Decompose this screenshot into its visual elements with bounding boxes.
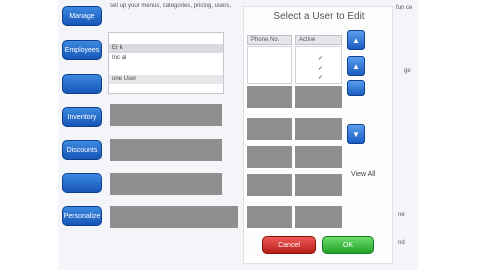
nav-personalize-button[interactable]: Personalize (62, 206, 102, 226)
background-field (110, 104, 222, 126)
table-cell[interactable] (295, 86, 342, 108)
background-label: nd (398, 240, 405, 246)
cancel-button[interactable]: Cancel (262, 236, 316, 254)
triangle-down-icon: ▼ (352, 129, 360, 139)
nav-discounts-button[interactable]: Discounts (62, 140, 102, 160)
background-label: ne (398, 212, 405, 218)
table-cell[interactable] (247, 206, 292, 228)
active-check[interactable]: ✓ (318, 74, 323, 81)
active-check[interactable]: ✓ (318, 65, 323, 72)
triangle-up-icon: ▲ (352, 61, 360, 71)
triangle-up-icon: ▲ (352, 35, 360, 45)
instruction-text: set up your menus, categories, pricing, … (110, 3, 232, 9)
list-item[interactable]: Er k (109, 44, 223, 53)
background-field (110, 139, 222, 161)
phone-column-header: Phone No. (247, 35, 292, 45)
nav-button-3[interactable] (62, 74, 102, 94)
background-field (110, 206, 238, 228)
table-cell[interactable] (247, 86, 292, 108)
list-item[interactable] (109, 64, 223, 73)
table-cell[interactable] (247, 118, 292, 140)
nav-employees-button[interactable]: Employees (62, 40, 102, 60)
table-cell[interactable] (295, 118, 342, 140)
background-field (110, 173, 222, 195)
scroll-thumb[interactable] (347, 80, 365, 96)
dialog-title: Select a User to Edit (273, 11, 365, 22)
background-list: Er k Inc al one User (108, 32, 224, 94)
nav-manage-button[interactable]: Manage (62, 6, 102, 26)
scroll-down-button[interactable]: ▼ (347, 124, 365, 144)
table-cell[interactable] (295, 146, 342, 168)
table-cell[interactable] (247, 174, 292, 196)
nav-inventory-button[interactable]: Inventory (62, 107, 102, 127)
active-column-header: Active (295, 35, 342, 45)
background-label: fun ce (396, 5, 413, 11)
scroll-up-button[interactable]: ▲ (347, 30, 365, 50)
background-label: ge (404, 68, 411, 74)
nav-button-6[interactable] (62, 173, 102, 193)
active-column-top: ✓ ✓ ✓ (295, 46, 342, 84)
ok-button[interactable]: OK (322, 236, 374, 254)
right-margin (418, 0, 480, 270)
view-all-link[interactable]: View All (351, 171, 375, 178)
phone-column-top (247, 46, 292, 84)
active-check[interactable]: ✓ (318, 55, 323, 62)
table-cell[interactable] (247, 146, 292, 168)
table-cell[interactable] (295, 206, 342, 228)
table-cell[interactable] (295, 174, 342, 196)
left-margin (0, 0, 58, 270)
page-up-button[interactable]: ▲ (347, 56, 365, 76)
list-item[interactable]: Inc al (109, 54, 223, 63)
list-item[interactable]: one User (109, 75, 223, 84)
